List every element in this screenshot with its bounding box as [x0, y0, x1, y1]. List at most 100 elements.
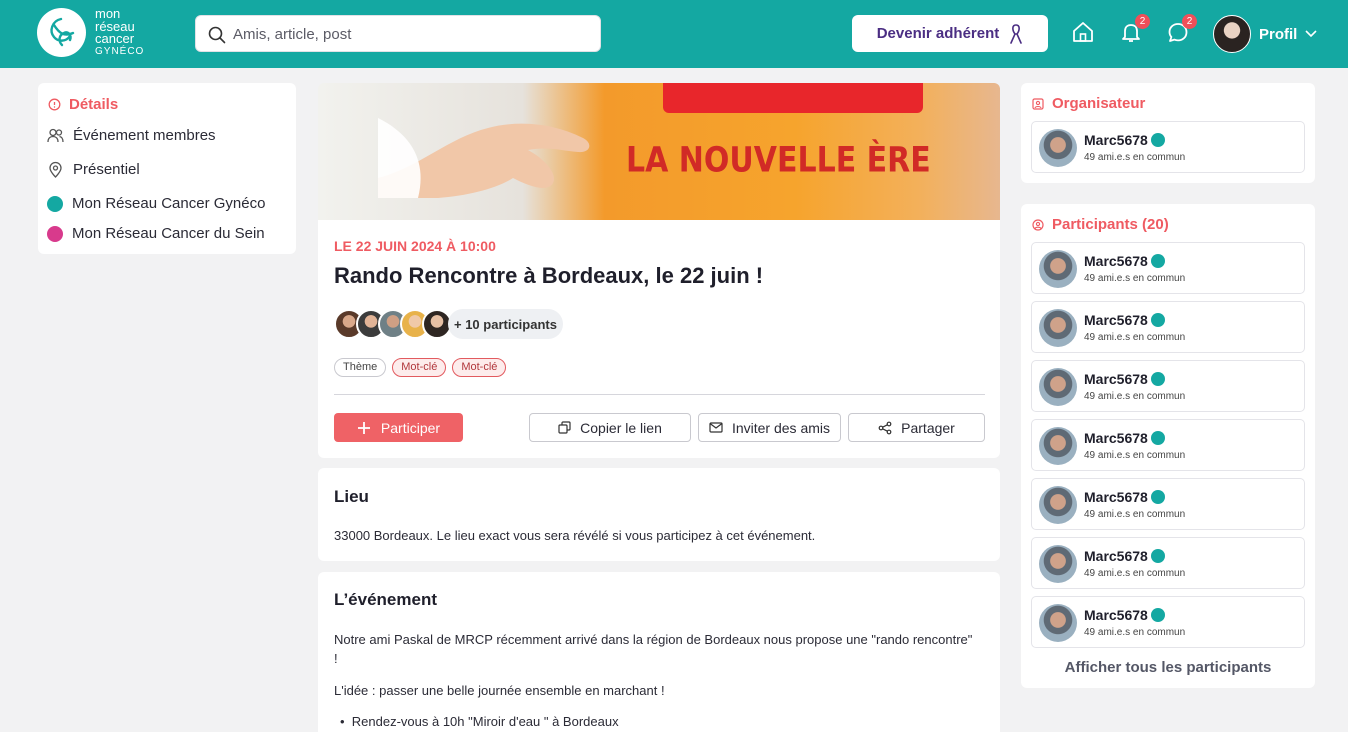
tag-theme[interactable]: Thème: [334, 358, 387, 377]
home-icon: [1073, 22, 1093, 42]
detail-network-sein[interactable]: Mon Réseau Cancer du Sein: [47, 225, 265, 242]
mutual-friends: 49 ami.e.s en commun: [1084, 391, 1186, 402]
person-name: Marc5678: [1084, 371, 1148, 387]
avatar: [1039, 427, 1077, 465]
share-label: Partager: [901, 419, 955, 436]
detail-event-type: Événement membres: [47, 127, 216, 144]
participant-item[interactable]: Marc5678 49 ami.e.s en commun: [1031, 537, 1305, 589]
info-bubble-icon: [48, 98, 61, 111]
description-title: L’événement: [334, 590, 437, 609]
tag-keyword[interactable]: Mot-clé: [452, 358, 507, 377]
tag-keyword[interactable]: Mot-clé: [392, 358, 447, 377]
notifications-button[interactable]: 2: [1119, 14, 1150, 46]
logo-line: GYNÉCO: [95, 45, 145, 57]
network-sein-icon: [47, 225, 63, 242]
participant-item[interactable]: Marc5678 49 ami.e.s en commun: [1031, 419, 1305, 471]
cover-title-band: [663, 83, 923, 113]
person-name: Marc5678: [1084, 489, 1148, 505]
avatar: [1039, 486, 1077, 524]
avatar: [1213, 15, 1251, 53]
mutual-friends: 49 ami.e.s en commun: [1084, 450, 1186, 461]
avatar: [1039, 604, 1077, 642]
event-summary-card: LE 22 JUIN 2024 À 10:00 Rando Rencontre …: [318, 220, 1000, 458]
search-input[interactable]: [233, 24, 583, 44]
detail-label: Mon Réseau Cancer du Sein: [72, 225, 265, 242]
show-all-participants-link[interactable]: Afficher tous les participants: [1021, 659, 1315, 676]
network-badge-icon: [1151, 490, 1165, 504]
copy-link-label: Copier le lien: [580, 419, 662, 436]
participants-heading: Participants (20): [1032, 216, 1169, 233]
avatar: [1039, 545, 1077, 583]
become-member-button[interactable]: Devenir adhérent: [852, 15, 1048, 52]
mutual-friends: 49 ami.e.s en commun: [1084, 568, 1186, 579]
become-member-label: Devenir adhérent: [876, 25, 1000, 42]
search-icon: [208, 26, 226, 44]
messages-button[interactable]: 2: [1166, 14, 1197, 46]
participants-card: Participants (20) Marc5678 49 ami.e.s en…: [1021, 204, 1315, 688]
detail-location-type: Présentiel: [47, 161, 140, 178]
network-badge-icon: [1151, 372, 1165, 386]
share-button[interactable]: Partager: [848, 413, 985, 442]
detail-label: Présentiel: [73, 161, 140, 178]
invite-friends-button[interactable]: Inviter des amis: [698, 413, 841, 442]
share-icon: [878, 421, 892, 434]
participant-item[interactable]: Marc5678 49 ami.e.s en commun: [1031, 596, 1305, 648]
event-cover-image: LA NOUVELLE ÈRE: [318, 83, 1000, 220]
organizer-title: Organisateur: [1052, 95, 1146, 112]
participant-item[interactable]: Marc5678 49 ami.e.s en commun: [1031, 242, 1305, 294]
notifications-badge: 2: [1135, 14, 1150, 29]
participant-item[interactable]: Marc5678 49 ami.e.s en commun: [1031, 360, 1305, 412]
avatar: [1039, 129, 1077, 167]
location-card: Lieu 33000 Bordeaux. Le lieu exact vous …: [318, 468, 1000, 561]
users-icon: [47, 128, 64, 143]
tag-list: Thème Mot-clé Mot-clé: [334, 358, 507, 377]
messages-badge: 2: [1182, 14, 1197, 29]
details-panel: Détails Événement membres Présentiel Mon…: [38, 83, 296, 254]
hand-illustration: [378, 118, 590, 198]
more-participants-pill[interactable]: + 10 participants: [448, 309, 563, 339]
description-paragraph: Notre ami Paskal de MRCP récemment arriv…: [334, 632, 973, 666]
organizer-item[interactable]: Marc5678 49 ami.e.s en commun: [1031, 121, 1305, 173]
profile-menu[interactable]: Profil: [1213, 14, 1317, 54]
person-name: Marc5678: [1084, 607, 1148, 623]
event-description-card: L’événement Notre ami Paskal de MRCP réc…: [318, 572, 1000, 732]
details-label: Détails: [69, 96, 119, 113]
id-card-icon: [1032, 97, 1044, 110]
network-badge-icon: [1151, 549, 1165, 563]
logo-mark: [37, 8, 86, 57]
person-name: Marc5678: [1084, 548, 1148, 564]
avatar: [1039, 250, 1077, 288]
logo-line: cancer: [95, 31, 135, 46]
top-navbar: mon réseau cancer GYNÉCO Devenir adhéren…: [0, 0, 1348, 68]
user-circle-icon: [1032, 218, 1044, 231]
participant-item[interactable]: Marc5678 49 ami.e.s en commun: [1031, 478, 1305, 530]
person-name: Marc5678: [1084, 253, 1148, 269]
mutual-friends: 49 ami.e.s en commun: [1084, 509, 1186, 520]
event-date: LE 22 JUIN 2024 À 10:00: [334, 238, 496, 254]
copy-link-button[interactable]: Copier le lien: [529, 413, 691, 442]
bullet-text: Rendez-vous à 10h "Miroir d'eau " à Bord…: [351, 714, 619, 729]
detail-network-gyneco[interactable]: Mon Réseau Cancer Gynéco: [47, 195, 265, 212]
description-paragraph: L'idée : passer une belle journée ensemb…: [334, 683, 665, 698]
participate-button[interactable]: Participer: [334, 413, 463, 442]
mutual-friends: 49 ami.e.s en commun: [1084, 332, 1186, 343]
search-bar[interactable]: [195, 15, 601, 52]
home-button[interactable]: [1071, 20, 1097, 46]
location-title: Lieu: [334, 487, 369, 506]
organizer-heading: Organisateur: [1032, 95, 1145, 112]
mutual-friends: 49 ami.e.s en commun: [1084, 627, 1186, 638]
participant-item[interactable]: Marc5678 49 ami.e.s en commun: [1031, 301, 1305, 353]
location-pin-icon: [49, 161, 62, 178]
participants-preview[interactable]: + 10 participants: [334, 309, 563, 339]
person-name: Marc5678: [1084, 132, 1148, 148]
logo[interactable]: mon réseau cancer GYNÉCO: [37, 7, 147, 60]
location-text: 33000 Bordeaux. Le lieu exact vous sera …: [334, 528, 816, 543]
chevron-down-icon: [1305, 30, 1317, 38]
details-heading: Détails: [48, 96, 118, 113]
detail-label: Événement membres: [73, 127, 216, 144]
divider: [334, 394, 985, 395]
mutual-friends: 49 ami.e.s en commun: [1084, 273, 1186, 284]
participate-label: Participer: [380, 419, 441, 436]
avatar: [1039, 368, 1077, 406]
organizer-card: Organisateur Marc5678 49 ami.e.s en comm…: [1021, 83, 1315, 183]
